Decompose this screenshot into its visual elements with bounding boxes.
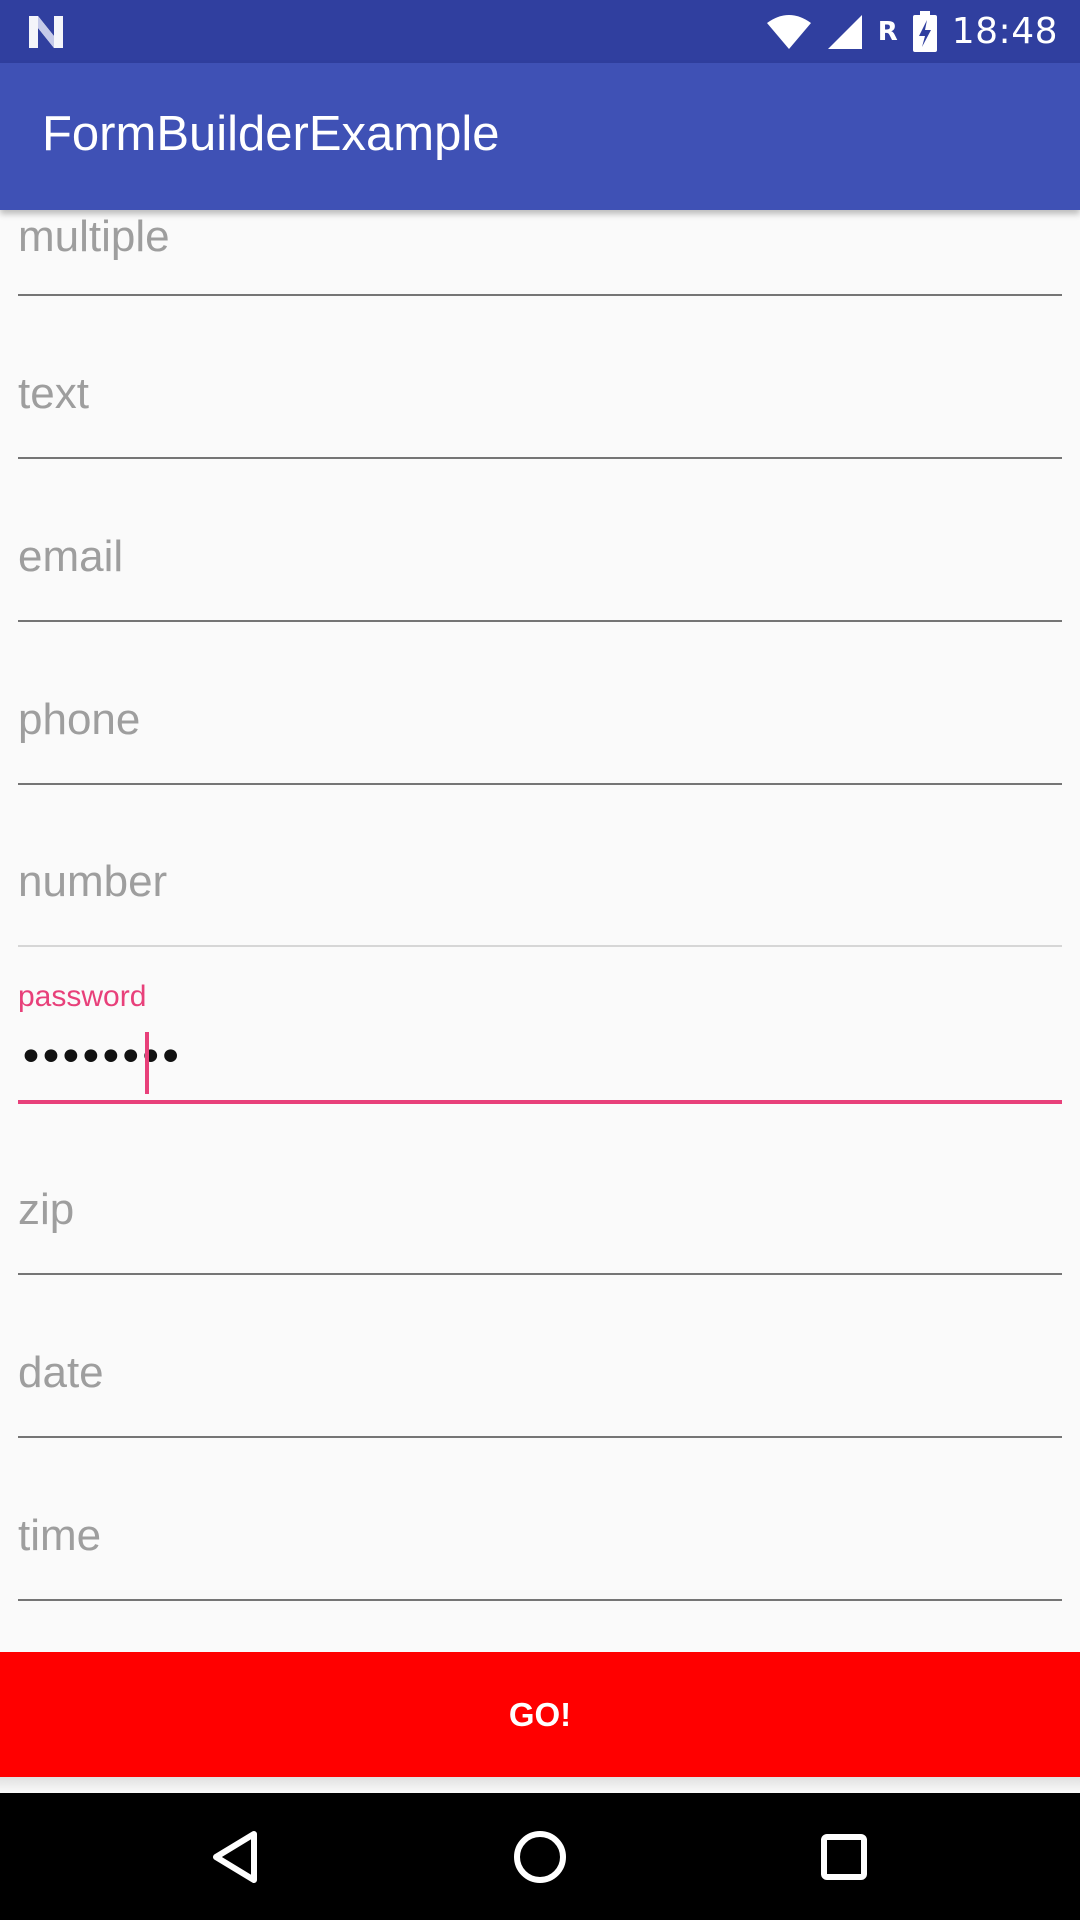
password-value: •••••••• bbox=[18, 1032, 184, 1083]
app-bar: FormBuilderExample bbox=[0, 63, 1080, 210]
status-icons: R 18:48 bbox=[766, 0, 1058, 63]
screen: R 18:48 FormBuilderExample multiple text… bbox=[0, 0, 1080, 1920]
roaming-indicator: R bbox=[877, 16, 898, 47]
multiple-hint: multiple bbox=[18, 212, 170, 261]
home-icon bbox=[514, 1831, 566, 1883]
password-underline bbox=[18, 1100, 1062, 1104]
home-button[interactable] bbox=[504, 1821, 576, 1893]
number-underline bbox=[18, 945, 1062, 947]
number-field[interactable]: number bbox=[18, 827, 1062, 947]
multiple-field[interactable]: multiple bbox=[18, 202, 1062, 296]
multiple-underline bbox=[18, 294, 1062, 296]
time-hint: time bbox=[18, 1511, 102, 1560]
button-shadow bbox=[0, 1777, 1080, 1793]
back-icon bbox=[213, 1831, 257, 1883]
zip-field[interactable]: zip bbox=[18, 1155, 1062, 1275]
back-button[interactable] bbox=[200, 1821, 272, 1893]
signal-icon bbox=[827, 14, 862, 49]
text-underline bbox=[18, 457, 1062, 459]
wifi-icon bbox=[766, 14, 811, 49]
status-clock: 18:48 bbox=[951, 11, 1058, 52]
phone-hint: phone bbox=[18, 695, 141, 744]
navigation-bar bbox=[0, 1793, 1080, 1920]
password-label: password bbox=[18, 980, 147, 1013]
time-underline bbox=[18, 1599, 1062, 1601]
recents-icon bbox=[821, 1834, 867, 1880]
form-container: multiple text email phone number passwor… bbox=[0, 210, 1080, 1650]
status-bar: R 18:48 bbox=[0, 0, 1080, 63]
email-field[interactable]: email bbox=[18, 502, 1062, 622]
notification-n-icon bbox=[29, 16, 63, 48]
number-hint: number bbox=[18, 857, 168, 906]
text-cursor bbox=[145, 1032, 149, 1094]
date-underline bbox=[18, 1436, 1062, 1438]
time-field[interactable]: time bbox=[18, 1481, 1062, 1601]
text-hint: text bbox=[18, 369, 89, 418]
text-field[interactable]: text bbox=[18, 339, 1062, 459]
phone-field[interactable]: phone bbox=[18, 665, 1062, 785]
battery-charging-icon bbox=[912, 10, 937, 52]
go-button[interactable]: GO! bbox=[0, 1652, 1080, 1777]
recents-button[interactable] bbox=[808, 1821, 880, 1893]
email-hint: email bbox=[18, 532, 124, 581]
phone-underline bbox=[18, 783, 1062, 785]
date-hint: date bbox=[18, 1348, 104, 1397]
zip-underline bbox=[18, 1273, 1062, 1275]
zip-hint: zip bbox=[18, 1185, 75, 1234]
email-underline bbox=[18, 620, 1062, 622]
password-field[interactable]: password •••••••• bbox=[18, 980, 1062, 1104]
date-field[interactable]: date bbox=[18, 1318, 1062, 1438]
app-title: FormBuilderExample bbox=[42, 107, 500, 161]
